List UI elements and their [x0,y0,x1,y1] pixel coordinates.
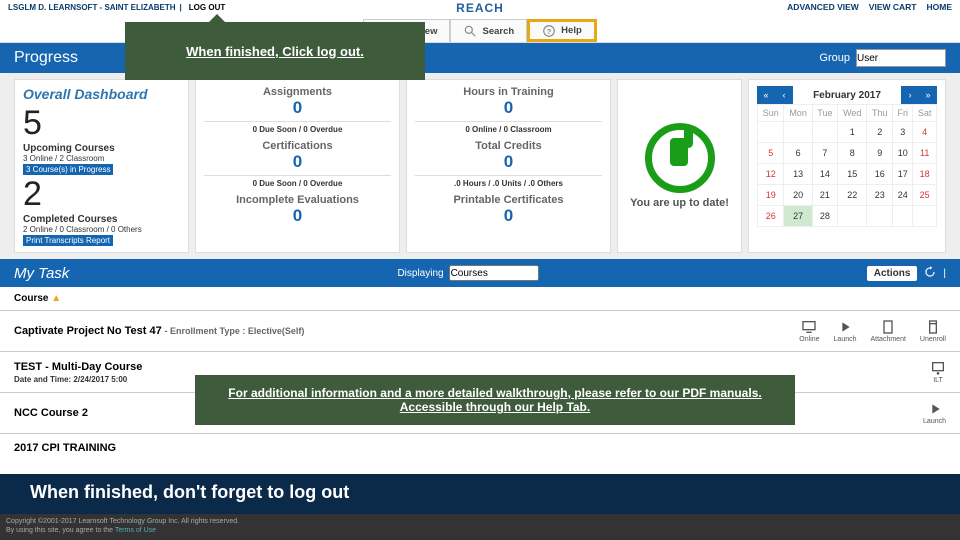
uptodate-card: You are up to date! [617,79,742,253]
group-label: Group [819,52,850,64]
displaying-label: Displaying [397,268,443,279]
stat-number: 0 [204,98,391,118]
mytask-title: My Task [14,265,69,282]
brand-logo: REACH [456,1,504,15]
course-title: NCC Course 2 [14,407,88,419]
course-datetime: Date and Time: 2/24/2017 5:00 [14,375,142,384]
stat-sub: .0 Hours / .0 Units / .0 Others [415,179,602,188]
search-icon [463,24,477,38]
completed-label: Completed Courses [23,214,180,225]
stat-title: Certifications [204,140,391,152]
stat-sub: 0 Online / 0 Classroom [415,125,602,134]
cal-prev-month[interactable]: ‹ [775,86,793,104]
completed-count: 2 [23,175,180,214]
cal-next-year[interactable]: » [919,86,937,104]
table-row[interactable]: Captivate Project No Test 47 - Enrollmen… [0,311,960,352]
stat-number: 0 [204,206,391,226]
divider: | [180,3,182,12]
hours-card: Hours in Training 0 0 Online / 0 Classro… [406,79,611,253]
stat-sub: 0 Due Soon / 0 Overdue [204,125,391,134]
assignments-card: Assignments 0 0 Due Soon / 0 Overdue Cer… [195,79,400,253]
divider: | [943,268,946,279]
terms-link[interactable]: Terms of Use [115,527,156,534]
course-title: TEST - Multi-Day Course [14,361,142,373]
card-title: Overall Dashboard [23,86,180,102]
tab-label: Help [561,25,582,36]
view-cart-link[interactable]: VIEW CART [869,2,917,12]
table-row[interactable]: 2017 CPI TRAINING [0,434,960,462]
callout-help: For additional information and a more de… [195,375,795,425]
svg-text:?: ? [547,26,552,35]
online-icon[interactable]: Online [799,319,819,343]
calendar-month: February 2017 [813,90,881,101]
completed-sub: 2 Online / 0 Classroom / 0 Others [23,225,180,234]
stat-title: Hours in Training [415,86,602,98]
unenroll-icon[interactable]: Unenroll [920,319,946,343]
launch-icon[interactable]: Launch [834,319,857,343]
tab-label: Search [482,26,514,37]
cal-next-month[interactable]: › [901,86,919,104]
progress-pill[interactable]: 3 Course(s) in Progress [23,164,113,175]
ilt-icon[interactable]: ILT [930,360,946,384]
stat-sub: 0 Due Soon / 0 Overdue [204,179,391,188]
calendar-table[interactable]: SunMonTueWedThuFriSat 1234 567891011 121… [757,104,937,227]
actions-button[interactable]: Actions [867,266,918,281]
displaying-select[interactable] [449,265,539,281]
refresh-icon[interactable] [923,265,937,282]
group-select[interactable] [856,49,946,67]
advanced-view-link[interactable]: ADVANCED VIEW [787,2,859,12]
stat-number: 0 [204,152,391,172]
course-title: Captivate Project No Test 47 [14,325,162,337]
help-icon: ? [542,24,556,38]
stat-title: Total Credits [415,140,602,152]
tab-search[interactable]: Search [450,19,527,42]
overall-dashboard-card: Overall Dashboard 5 Upcoming Courses 3 O… [14,79,189,253]
page-title: Progress [14,49,78,67]
attachment-icon[interactable]: Attachment [871,319,906,343]
launch-icon[interactable]: Launch [923,401,946,425]
callout-logout: When finished, Click log out. [125,22,425,80]
thumbs-up-icon [645,123,715,193]
upcoming-sub: 3 Online / 2 Classroom [23,154,180,163]
print-transcripts-button[interactable]: Print Transcripts Report [23,235,113,246]
course-column-header[interactable]: Course ▲ [0,287,960,311]
tab-help[interactable]: ? Help [527,19,597,42]
stat-title: Assignments [204,86,391,98]
sort-asc-icon: ▲ [51,293,61,304]
footer-banner: When finished, don't forget to log out [0,474,960,514]
stat-title: Incomplete Evaluations [204,194,391,206]
stat-title: Printable Certificates [415,194,602,206]
calendar-card: «‹ February 2017 ›» SunMonTueWedThuFriSa… [748,79,946,253]
uptodate-text: You are up to date! [630,197,729,209]
stat-number: 0 [415,152,602,172]
user-name: LSGLM D. LEARNSOFT - SAINT ELIZABETH [8,3,176,12]
home-link[interactable]: HOME [927,2,953,12]
stat-number: 0 [415,98,602,118]
cal-prev-year[interactable]: « [757,86,775,104]
enrollment-type: - Enrollment Type : Elective(Self) [165,326,305,336]
upcoming-label: Upcoming Courses [23,143,180,154]
upcoming-count: 5 [23,104,180,143]
stat-number: 0 [415,206,602,226]
course-title: 2017 CPI TRAINING [14,442,116,454]
copyright: Copyright ©2001-2017 Learnsoft Technolog… [0,514,960,540]
